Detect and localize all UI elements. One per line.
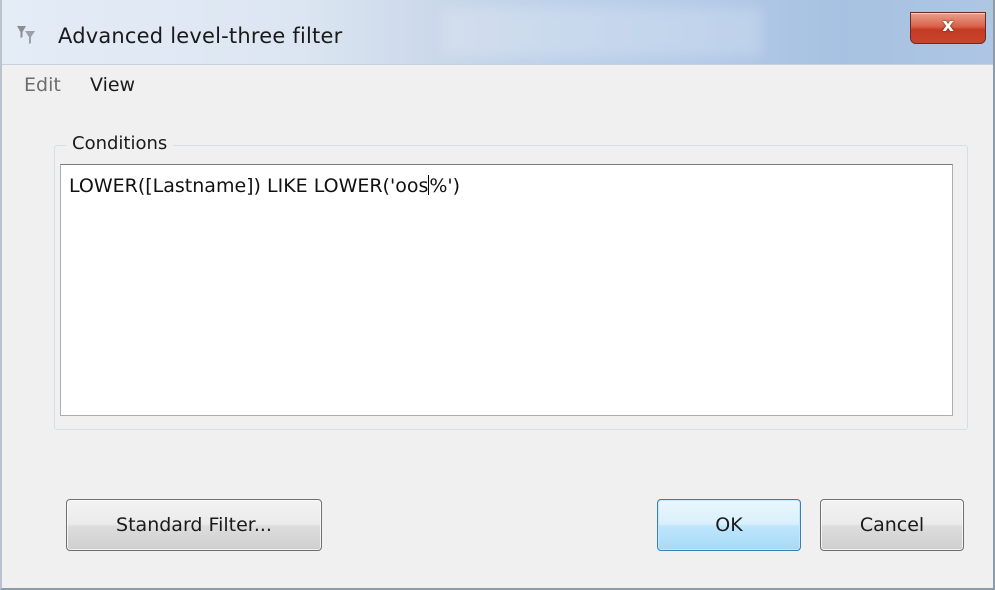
menu-view[interactable]: View — [90, 74, 135, 96]
conditions-text-before-caret: LOWER([Lastname]) LIKE LOWER('oos — [69, 175, 429, 197]
window-title: Advanced level-three filter — [58, 24, 343, 48]
menu-bar: Edit View — [2, 64, 993, 102]
close-button[interactable]: x — [910, 12, 986, 44]
standard-filter-button[interactable]: Standard Filter... — [66, 499, 322, 551]
title-bar-glow — [442, 8, 762, 56]
filter-funnel-icon — [17, 26, 35, 44]
ok-button[interactable]: OK — [657, 499, 801, 551]
title-bar[interactable]: Advanced level-three filter x — [2, 0, 993, 65]
menu-edit[interactable]: Edit — [24, 74, 61, 96]
close-icon: x — [942, 15, 954, 36]
conditions-label: Conditions — [66, 133, 174, 154]
cancel-button[interactable]: Cancel — [820, 499, 964, 551]
conditions-text-after-caret: %') — [429, 175, 461, 197]
conditions-textarea[interactable]: LOWER([Lastname]) LIKE LOWER('oos%') — [60, 164, 953, 416]
dialog-window: Advanced level-three filter x Edit View … — [0, 0, 995, 590]
